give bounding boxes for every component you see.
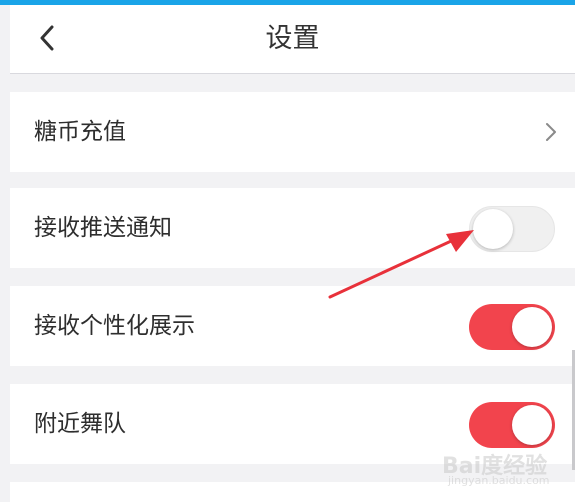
watermark-url: jingyan.baidu.com [448, 474, 550, 487]
annotation-arrow-icon [328, 230, 474, 299]
